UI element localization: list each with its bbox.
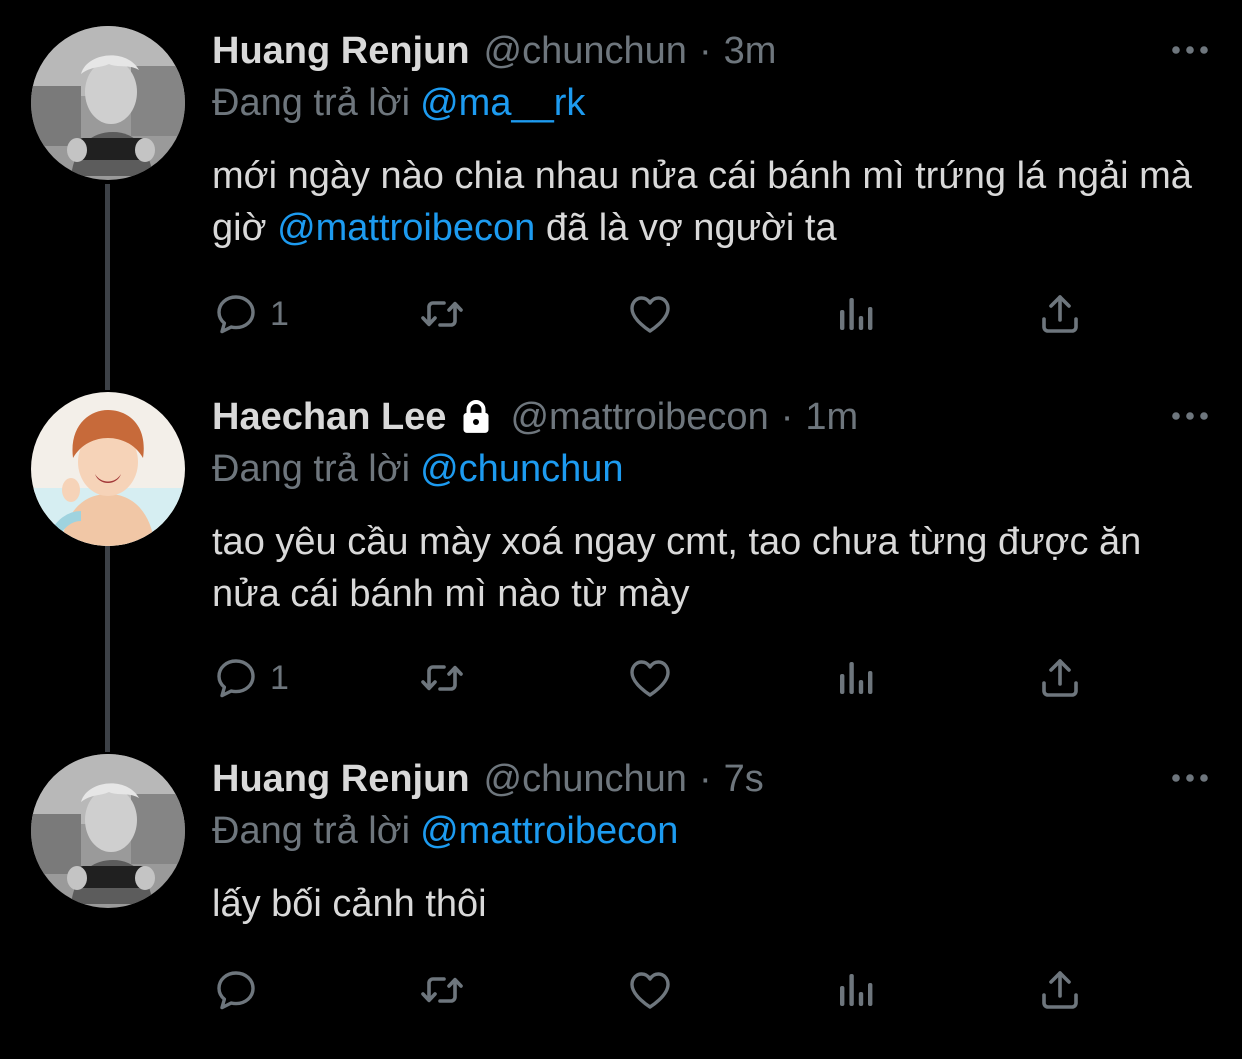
reply-icon: [212, 290, 260, 338]
share-button[interactable]: [1036, 652, 1084, 704]
tweet[interactable]: Huang Renjun @chunchun · 7s Đang trả lời…: [0, 754, 1242, 1044]
author-name[interactable]: Haechan Lee: [212, 392, 446, 442]
replying-to: Đang trả lời @mattroibecon: [212, 806, 678, 856]
retweet-button[interactable]: [416, 964, 468, 1016]
avatar-image: [31, 392, 185, 546]
tweet-actions: 1: [212, 652, 1112, 704]
separator-dot: ·: [698, 758, 712, 800]
replying-to: Đang trả lời @chunchun: [212, 444, 624, 494]
more-icon[interactable]: [1170, 768, 1210, 788]
retweet-icon: [416, 290, 468, 338]
replying-to-mention[interactable]: @mattroibecon: [420, 810, 678, 852]
share-button[interactable]: [1036, 288, 1084, 340]
author-handle[interactable]: @chunchun: [484, 754, 687, 804]
like-icon: [626, 654, 674, 702]
author-handle[interactable]: @chunchun: [484, 26, 687, 76]
reply-button[interactable]: 1: [212, 288, 289, 340]
tweet-actions: [212, 964, 1112, 1016]
tweet-header: Huang Renjun @chunchun · 7s: [212, 754, 764, 804]
share-icon: [1036, 654, 1084, 702]
tweet-text-part: đã là vợ người ta: [545, 207, 837, 249]
tweet-header: Haechan Lee @mattroibecon · 1m: [212, 392, 858, 442]
retweet-button[interactable]: [416, 288, 468, 340]
replying-to-mention[interactable]: @chunchun: [420, 448, 623, 490]
reply-icon: [212, 654, 260, 702]
tweet-thread: Huang Renjun @chunchun · 3m Đang trả lời…: [0, 0, 1242, 1059]
like-button[interactable]: [626, 964, 674, 1016]
tweet-header: Huang Renjun @chunchun · 3m: [212, 26, 776, 76]
analytics-button[interactable]: [832, 288, 880, 340]
reply-button[interactable]: 1: [212, 652, 289, 704]
separator-dot: ·: [780, 396, 794, 438]
share-button[interactable]: [1036, 964, 1084, 1016]
replying-to-mention[interactable]: @ma__rk: [420, 82, 585, 124]
tweet-actions: 1: [212, 288, 1112, 340]
analytics-button[interactable]: [832, 652, 880, 704]
avatar-image: [31, 754, 185, 908]
tweet-timestamp[interactable]: 7s: [724, 754, 764, 804]
like-icon: [626, 290, 674, 338]
retweet-icon: [416, 966, 468, 1014]
author-name[interactable]: Huang Renjun: [212, 754, 470, 804]
retweet-button[interactable]: [416, 652, 468, 704]
tweet-mention[interactable]: @mattroibecon: [277, 207, 535, 249]
replying-to-label: Đang trả lời: [212, 810, 411, 852]
replying-to: Đang trả lời @ma__rk: [212, 78, 585, 128]
tweet-text: lấy bối cảnh thôi: [212, 883, 487, 925]
more-icon[interactable]: [1170, 40, 1210, 60]
analytics-icon: [832, 290, 880, 338]
reply-count: 1: [270, 294, 289, 333]
retweet-icon: [416, 654, 468, 702]
analytics-icon: [832, 966, 880, 1014]
tweet-text: tao yêu cầu mày xoá ngay cmt, tao chưa t…: [212, 521, 1142, 615]
avatar[interactable]: [31, 26, 185, 180]
like-icon: [626, 966, 674, 1014]
tweet-timestamp[interactable]: 3m: [724, 26, 777, 76]
more-icon[interactable]: [1170, 406, 1210, 426]
replying-to-label: Đang trả lời: [212, 448, 411, 490]
replying-to-label: Đang trả lời: [212, 82, 411, 124]
avatar[interactable]: [31, 754, 185, 908]
tweet-timestamp[interactable]: 1m: [805, 392, 858, 442]
like-button[interactable]: [626, 288, 674, 340]
avatar-image: [31, 26, 185, 180]
analytics-icon: [832, 654, 880, 702]
avatar[interactable]: [31, 392, 185, 546]
analytics-button[interactable]: [832, 964, 880, 1016]
reply-icon: [212, 966, 260, 1014]
author-name[interactable]: Huang Renjun: [212, 26, 470, 76]
separator-dot: ·: [698, 30, 712, 72]
share-icon: [1036, 966, 1084, 1014]
tweet[interactable]: Huang Renjun @chunchun · 3m Đang trả lời…: [0, 26, 1242, 356]
lock-icon: [456, 397, 496, 437]
reply-button[interactable]: [212, 964, 260, 1016]
tweet-text: mới ngày nào chia nhau nửa cái bánh mì t…: [212, 150, 1202, 254]
tweet[interactable]: Haechan Lee @mattroibecon · 1m Đang trả …: [0, 392, 1242, 722]
author-handle[interactable]: @mattroibecon: [510, 392, 768, 442]
reply-count: 1: [270, 658, 289, 697]
like-button[interactable]: [626, 652, 674, 704]
share-icon: [1036, 290, 1084, 338]
